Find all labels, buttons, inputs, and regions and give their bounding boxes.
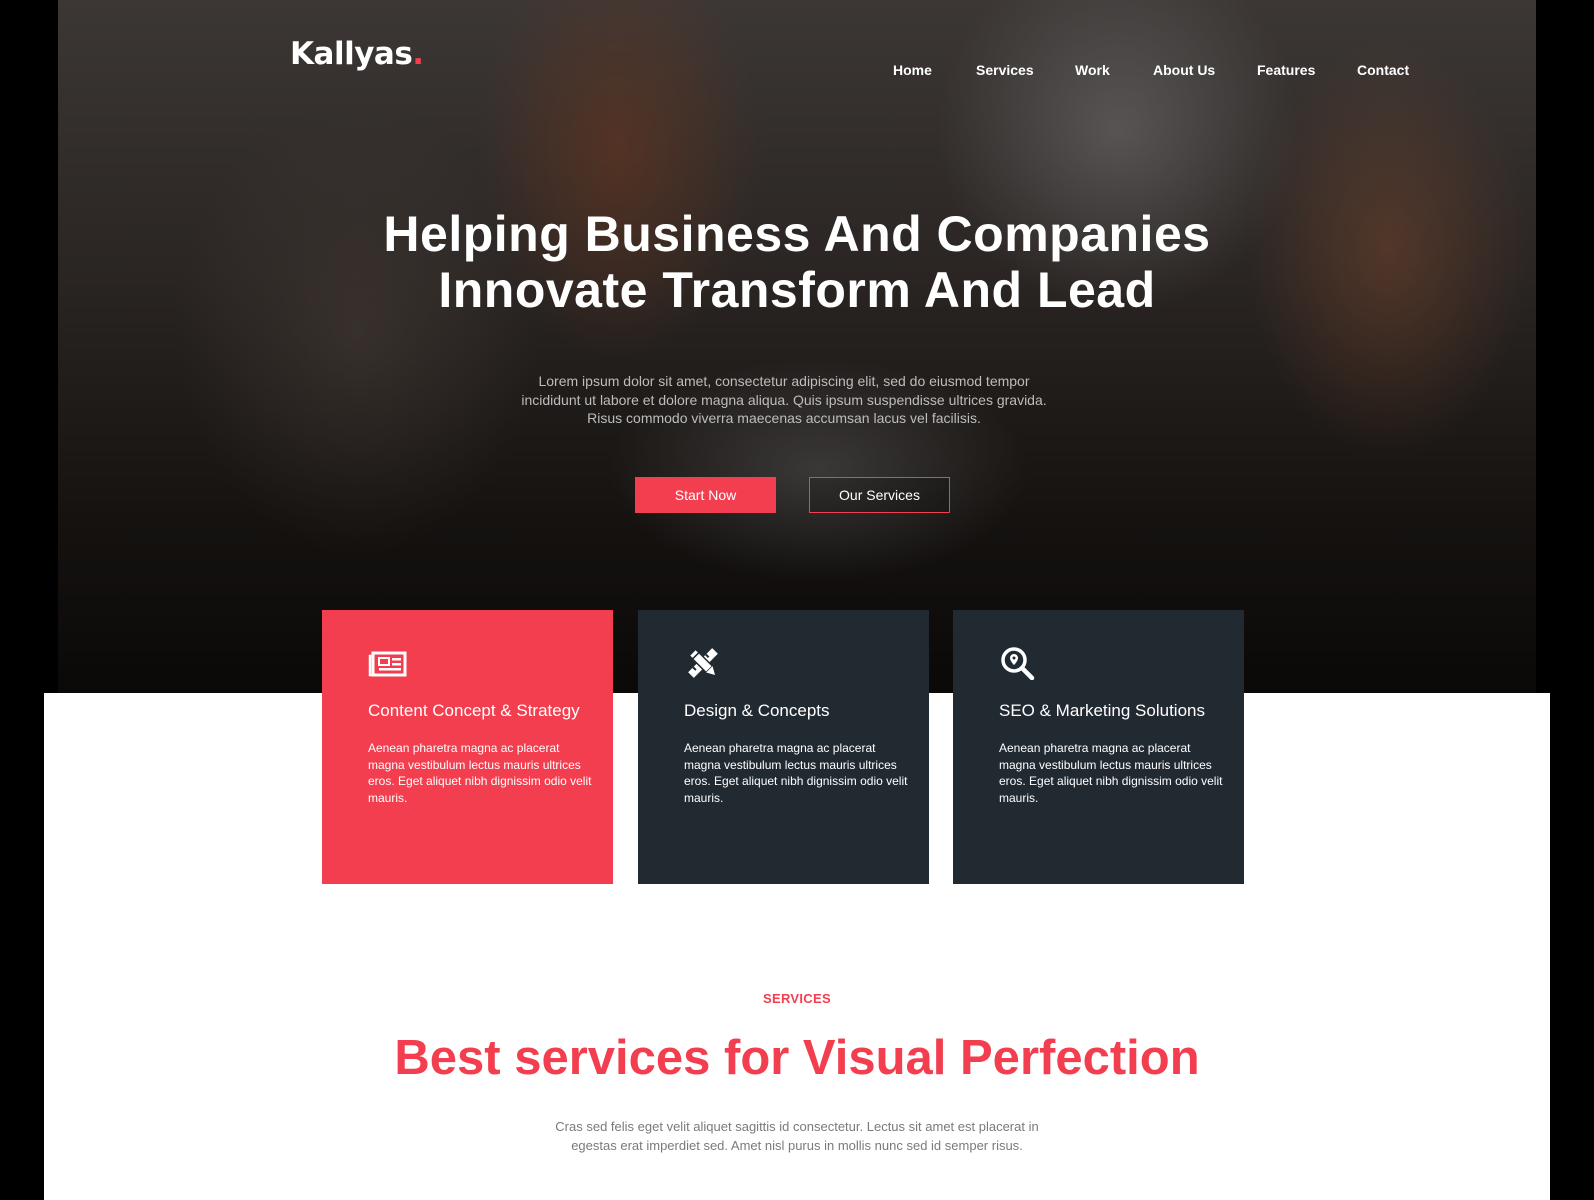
- feature-text: Aenean pharetra magna ac placerat magna …: [368, 741, 592, 805]
- feature-title: SEO & Marketing Solutions: [999, 701, 1205, 720]
- feature-card-design-concepts[interactable]: Design & Concepts Aenean pharetra magna …: [638, 610, 929, 884]
- hero-subtitle: Lorem ipsum dolor sit amet, consectetur …: [521, 373, 1047, 426]
- feature-title: Content Concept & Strategy: [368, 701, 580, 720]
- main-nav: Home Services Work About Us Features Con…: [0, 62, 1594, 82]
- hero-title: Helping Business And Companies Innovate …: [0, 206, 1594, 318]
- feature-text: Aenean pharetra magna ac placerat magna …: [684, 741, 908, 805]
- nav-work[interactable]: Work: [1075, 62, 1110, 78]
- nav-features[interactable]: Features: [1257, 62, 1315, 78]
- start-now-button[interactable]: Start Now: [635, 477, 776, 513]
- hero-title-line-1: Helping Business And Companies: [383, 206, 1211, 262]
- search-location-icon: [1001, 647, 1035, 680]
- services-eyebrow: SERVICES: [763, 991, 831, 1006]
- feature-card-seo-marketing[interactable]: SEO & Marketing Solutions Aenean pharetr…: [953, 610, 1244, 884]
- feature-title: Design & Concepts: [684, 701, 830, 720]
- nav-about-us[interactable]: About Us: [1153, 62, 1215, 78]
- newspaper-icon: [368, 651, 407, 677]
- hero-background: [58, 0, 1536, 693]
- our-services-button[interactable]: Our Services: [809, 477, 950, 513]
- feature-text: Aenean pharetra magna ac placerat magna …: [999, 741, 1223, 805]
- services-title: Best services for Visual Perfection: [394, 1031, 1200, 1085]
- nav-home[interactable]: Home: [893, 62, 932, 78]
- pencil-ruler-icon: [688, 648, 718, 678]
- hero-title-line-2: Innovate Transform And Lead: [438, 262, 1156, 318]
- services-description: Cras sed felis eget velit aliquet sagitt…: [555, 1119, 1039, 1153]
- nav-contact[interactable]: Contact: [1357, 62, 1409, 78]
- nav-services[interactable]: Services: [976, 62, 1034, 78]
- feature-card-content-strategy[interactable]: Content Concept & Strategy Aenean pharet…: [322, 610, 613, 884]
